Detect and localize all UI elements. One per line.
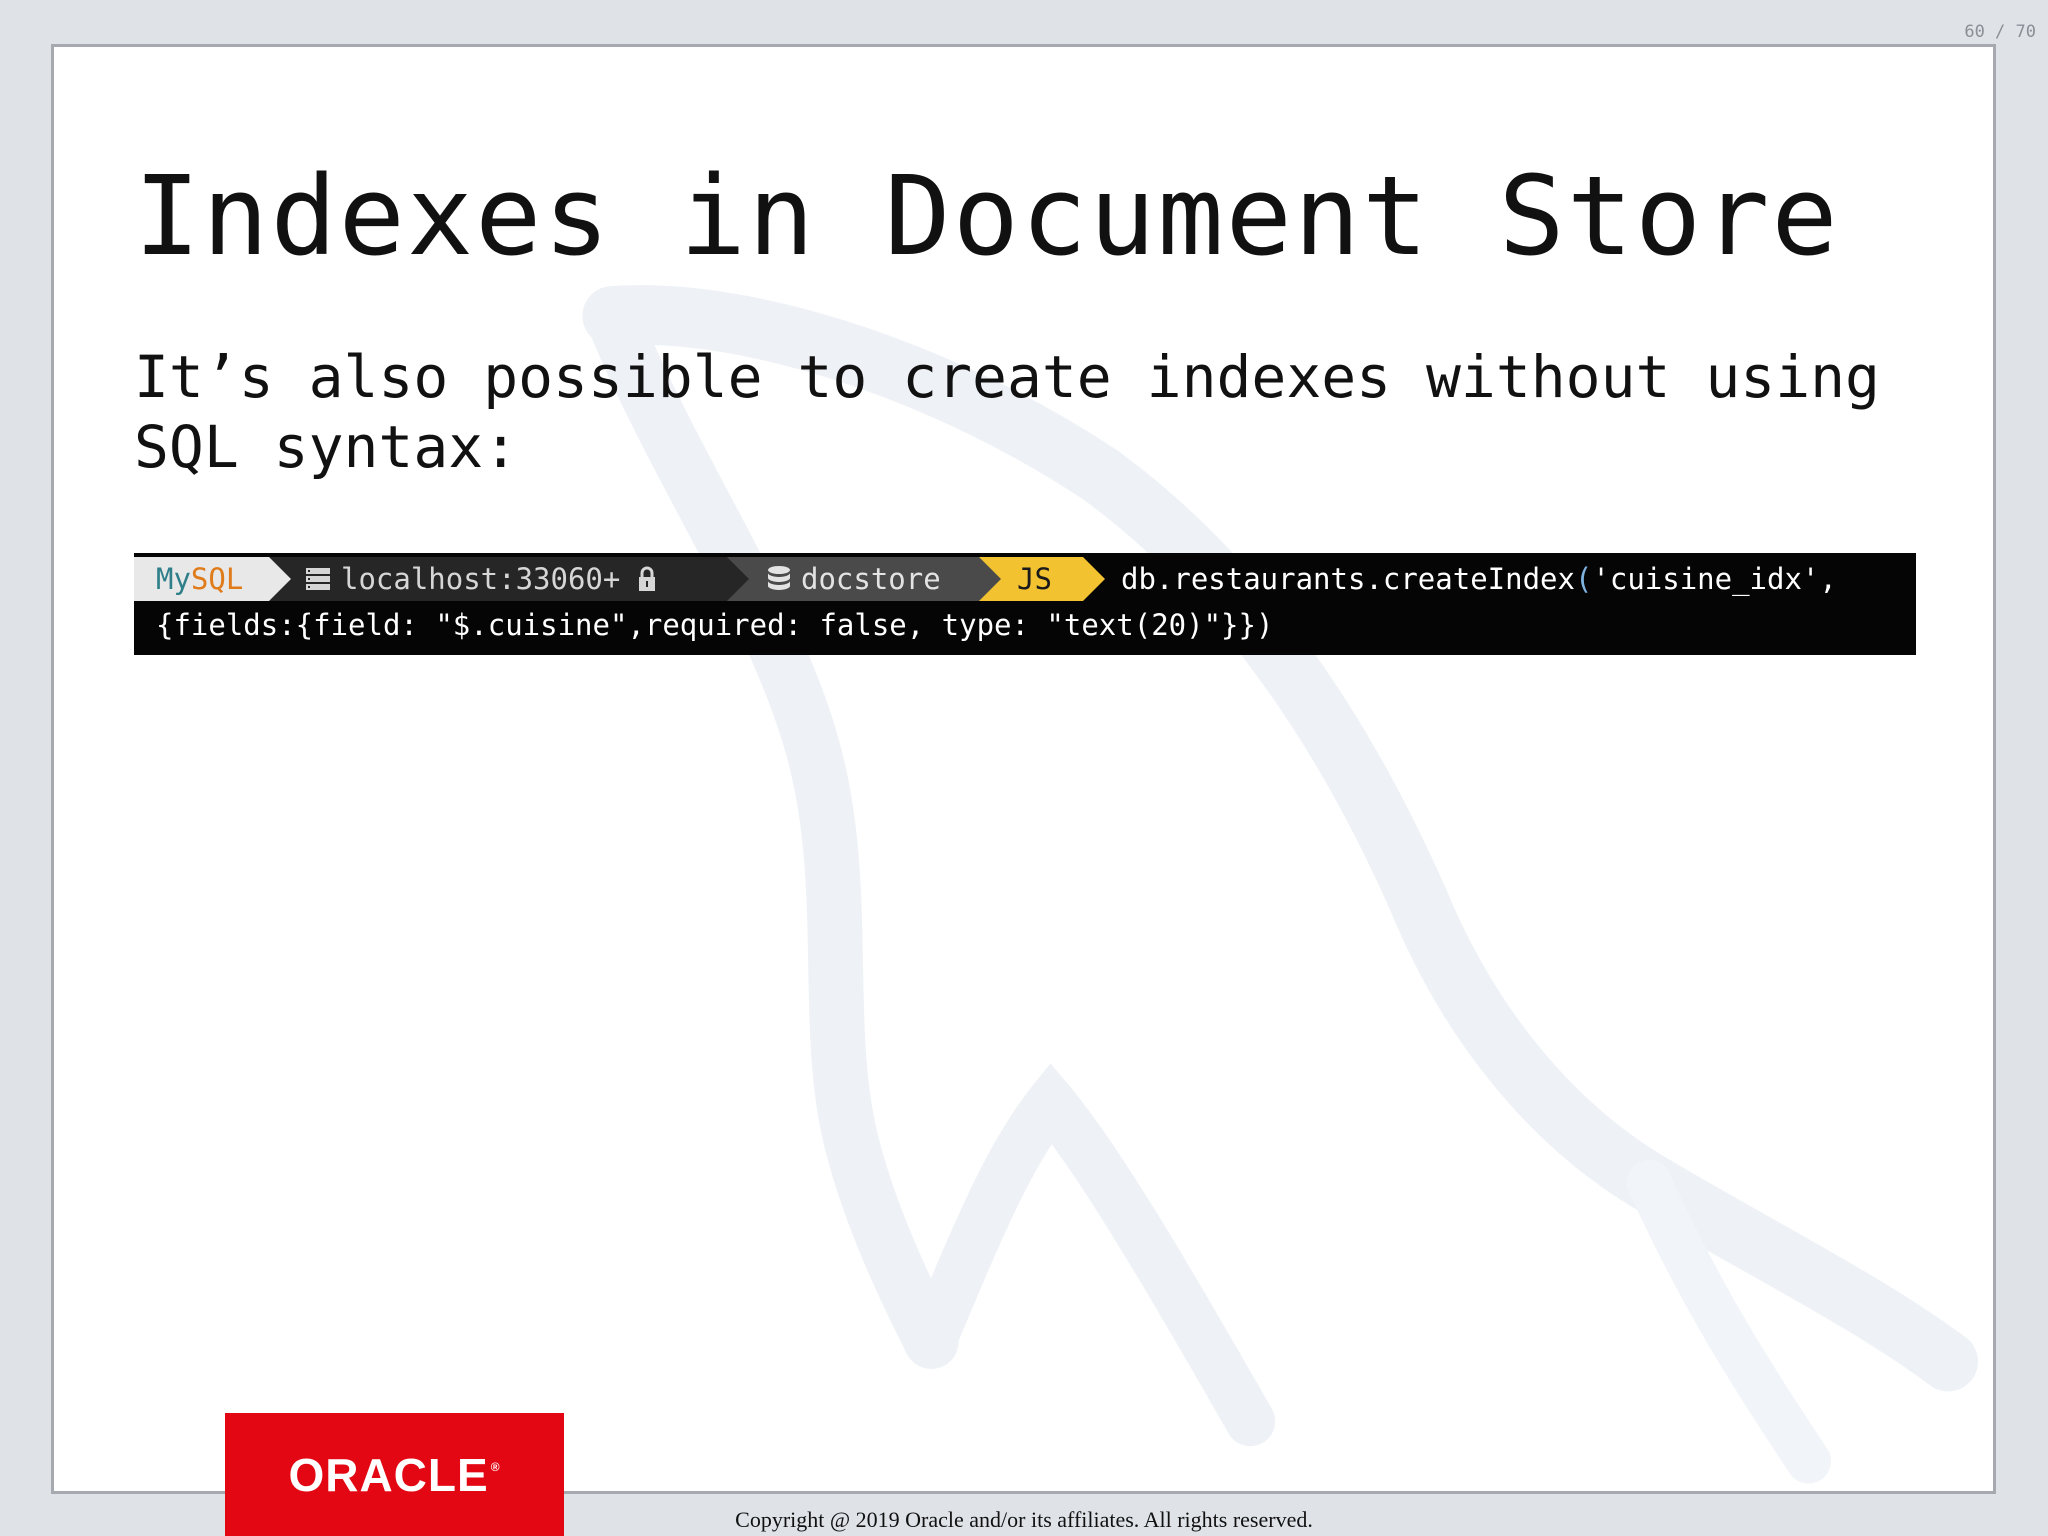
oracle-logo-mark: ®	[490, 1459, 501, 1474]
page-counter: 60 / 70	[1964, 22, 2036, 42]
slide: Indexes in Document Store It’s also poss…	[51, 44, 1996, 1494]
command-line-1: db.restaurants.createIndex('cuisine_idx'…	[1083, 562, 1837, 596]
prompt-mode: JS	[1017, 562, 1052, 596]
command-line-1-prefix: db.restaurants.createIndex	[1121, 562, 1575, 596]
prompt-mysql-sql: SQL	[190, 562, 244, 596]
prompt-segment-mysql: My SQL	[134, 557, 291, 601]
lock-icon	[638, 565, 656, 593]
command-line-1-paren: (	[1574, 562, 1593, 596]
prompt-segment-schema: docstore	[727, 557, 1001, 601]
shell-prompt: My SQL localhost:33060+ docstore JS db.r…	[134, 557, 1837, 601]
prompt-schema: docstore	[801, 562, 941, 596]
slide-title: Indexes in Document Store	[134, 152, 1840, 280]
database-icon	[767, 565, 791, 593]
prompt-mysql-my: My	[156, 562, 191, 596]
prompt-segment-host: localhost:33060+	[269, 557, 749, 601]
command-line-2: {fields:{field: "$.cuisine",required: fa…	[156, 608, 1274, 642]
copyright-notice: Copyright @ 2019 Oracle and/or its affil…	[735, 1507, 1313, 1532]
prompt-host: localhost:33060+	[341, 562, 621, 596]
oracle-logo-text: ORACLE	[288, 1448, 489, 1501]
terminal-screenshot: My SQL localhost:33060+ docstore JS db.r…	[134, 553, 1916, 655]
server-icon	[305, 566, 331, 592]
slide-subtitle: It’s also possible to create indexes wit…	[134, 343, 1880, 481]
command-line-1-suffix: 'cuisine_idx',	[1592, 562, 1837, 596]
